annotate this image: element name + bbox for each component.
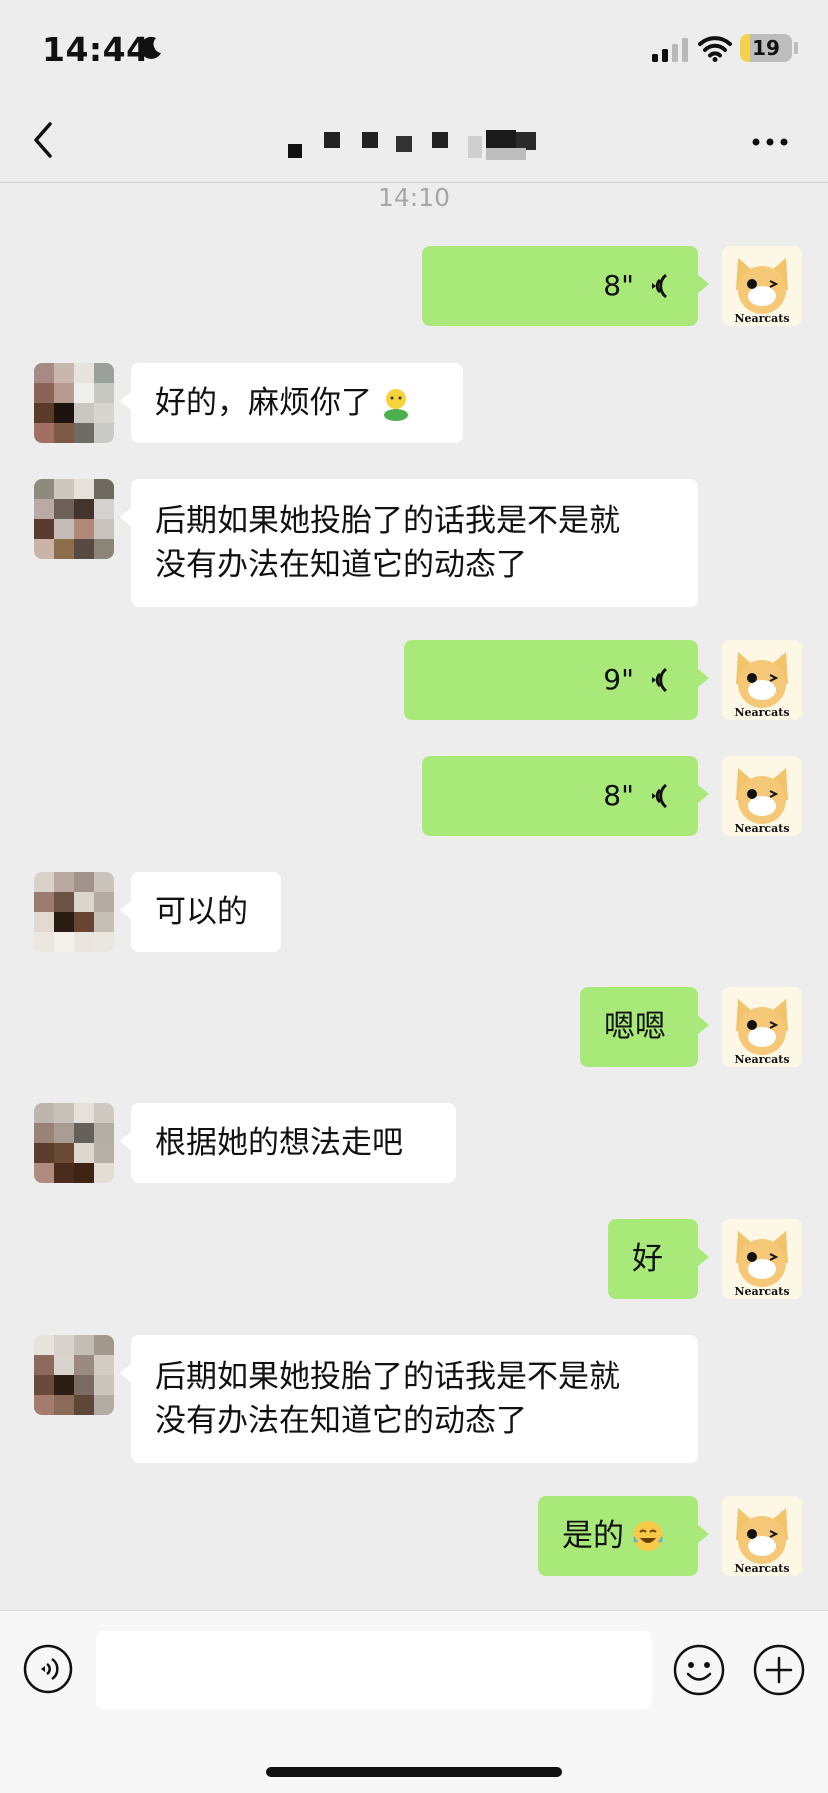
status-time: 14:44 [42,30,150,69]
my-avatar[interactable]: Nearcats [722,246,802,326]
message-text: 可以的 [155,894,248,930]
contact-name-redacted [288,130,536,160]
text-message-bubble[interactable]: 后期如果她投胎了的话我是不是就 没有办法在知道它的动态了 [120,1335,698,1463]
emoji-icon[interactable] [672,1643,726,1697]
text-message-bubble[interactable]: 后期如果她投胎了的话我是不是就 没有办法在知道它的动态了 [120,479,698,607]
ellipsis-icon[interactable] [750,136,790,148]
chat-header [0,100,828,183]
battery-icon: 19 [740,34,792,62]
battery-level-text: 19 [752,36,780,60]
message-text: 嗯嗯 [604,1009,666,1045]
pixelated-avatar [34,479,114,559]
moon-icon [140,36,161,59]
voice-input-icon[interactable] [22,1643,74,1695]
chevron-left-icon[interactable] [28,118,58,162]
my-avatar[interactable]: Nearcats [722,1496,802,1576]
message-line: 没有办法在知道它的动态了 [155,547,527,583]
cellular-signal-icon [652,38,688,62]
my-avatar[interactable]: Nearcats [722,987,802,1067]
voice-wave-icon [652,667,668,693]
voice-duration: 9" [603,663,634,696]
svg-text:Nearcats: Nearcats [734,1285,789,1298]
contact-avatar[interactable] [34,363,114,443]
svg-text:Nearcats: Nearcats [734,1562,789,1575]
pixelated-avatar [34,1335,114,1415]
voice-duration: 8" [603,779,634,812]
wifi-icon [698,36,732,62]
message-input[interactable] [96,1631,652,1709]
plus-icon[interactable] [752,1643,806,1697]
emoji-figure-icon [384,389,408,421]
contact-avatar[interactable] [34,1103,114,1183]
svg-text:Nearcats: Nearcats [734,706,789,719]
my-avatar[interactable]: Nearcats [722,1219,802,1299]
text-message-bubble[interactable]: 好的，麻烦你了 [120,363,463,443]
svg-text:Nearcats: Nearcats [734,312,789,325]
text-message-bubble[interactable]: 嗯嗯 [580,987,709,1067]
message-text: 好 [632,1241,663,1277]
message-text: 好的，麻烦你了 [155,385,372,421]
contact-avatar[interactable] [34,872,114,952]
battery-tip [794,42,798,54]
svg-text:Nearcats: Nearcats [734,1053,789,1066]
text-message-bubble[interactable]: 可以的 [120,872,281,952]
voice-message-bubble[interactable]: 8" [422,246,709,326]
pixelated-avatar [34,1103,114,1183]
my-avatar[interactable]: Nearcats [722,640,802,720]
message-text: 根据她的想法走吧 [155,1125,403,1161]
svg-text:Nearcats: Nearcats [734,822,789,835]
contact-avatar[interactable] [34,479,114,559]
my-avatar[interactable]: Nearcats [722,756,802,836]
message-text: 是的 [562,1518,624,1554]
voice-wave-icon [652,273,668,299]
voice-wave-icon [652,783,668,809]
message-list[interactable]: 14:10 8" Nearcats 好的，麻烦你了 后期如果她投胎了的话我是不是… [0,183,828,1610]
text-message-bubble[interactable]: 是的 [538,1496,709,1576]
crying-laughing-emoji-icon [633,1521,663,1551]
message-line: 后期如果她投胎了的话我是不是就 [155,503,620,539]
pixelated-avatar [34,363,114,443]
home-indicator[interactable] [266,1767,562,1777]
message-line: 没有办法在知道它的动态了 [155,1403,527,1439]
text-message-bubble[interactable]: 根据她的想法走吧 [120,1103,456,1183]
voice-duration: 8" [603,269,634,302]
status-bar: 14:44 19 [0,0,828,100]
voice-message-bubble[interactable]: 9" [404,640,709,720]
message-timestamp: 14:10 [377,183,451,212]
input-bar [0,1610,828,1793]
text-message-bubble[interactable]: 好 [608,1219,709,1299]
voice-message-bubble[interactable]: 8" [422,756,709,836]
contact-avatar[interactable] [34,1335,114,1415]
message-line: 后期如果她投胎了的话我是不是就 [155,1359,620,1395]
pixelated-avatar [34,872,114,952]
